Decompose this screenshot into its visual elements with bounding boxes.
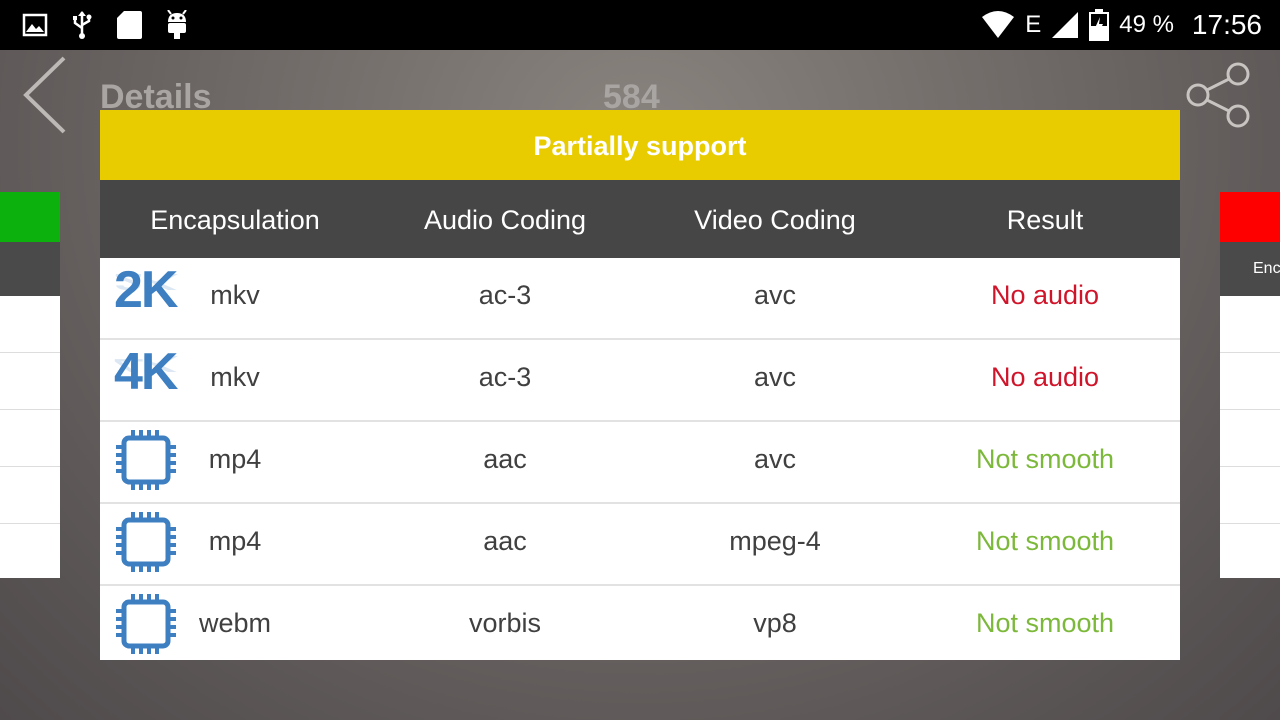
table-row[interactable]: 4K 4K mkv ac-3 avc No audio [100,340,1180,422]
battery-percent: 49 % [1119,11,1174,38]
encapsulation-value: mkv [210,280,260,310]
video-coding-value: avc [753,444,797,474]
right-card-peek[interactable]: Enc [1220,192,1280,578]
audio-coding-value: ac-3 [478,280,532,310]
encapsulation-cell: webm [100,586,370,666]
clock: 17:56 [1191,9,1262,40]
result-value: No audio [990,280,1100,310]
column-header-encapsulation: Encapsulation [150,205,320,235]
table-row[interactable]: mp4 aac avc Not smooth [100,422,1180,504]
status-strip-red [1220,192,1280,242]
result-value: Not smooth [975,444,1115,474]
support-dialog: Partially support Encapsulation Audio Co… [100,110,1180,660]
result-value: Not smooth [975,608,1115,638]
encapsulation-cell: 2K 2K mkv [100,258,370,338]
encapsulation-value: mp4 [208,526,262,556]
encapsulation-value: webm [198,608,272,638]
usb-icon [73,11,92,39]
result-value: Not smooth [975,526,1115,556]
encapsulation-cell: mp4 [100,504,370,584]
left-card-peek[interactable] [0,192,60,578]
result-value: No audio [990,362,1100,392]
audio-coding-value: vorbis [468,608,542,638]
battery-icon [1089,9,1110,41]
table-header: Encapsulation Audio Coding Video Coding … [100,180,1180,258]
android-icon [167,10,187,39]
column-header-result: Result [1006,205,1084,235]
audio-coding-value: aac [483,526,527,556]
notification-icons [22,10,190,40]
encapsulation-value: mp4 [208,444,262,474]
signal-icon [1052,12,1079,38]
card-header: Enc [1220,242,1280,296]
card-header [0,242,60,296]
column-header-video-coding: Video Coding [694,205,856,235]
video-coding-value: mpeg-4 [729,526,821,556]
system-indicators: E 49 % 17:56 [981,0,1262,50]
video-coding-value: avc [753,280,797,310]
share-icon[interactable] [1185,62,1251,128]
encapsulation-cell: mp4 [100,422,370,502]
image-icon [22,13,48,37]
network-type: E [1025,11,1042,38]
audio-coding-value: ac-3 [478,362,532,392]
video-coding-value: avc [753,362,797,392]
status-bar: E 49 % 17:56 [0,0,1280,50]
table-row[interactable]: mp4 aac mpeg-4 Not smooth [100,504,1180,586]
table-row[interactable]: webm vorbis vp8 Not smooth [100,586,1180,666]
encapsulation-cell: 4K 4K mkv [100,340,370,420]
back-arrow-icon[interactable] [22,55,68,135]
sd-card-icon [117,11,142,39]
column-header-audio-coding: Audio Coding [423,205,587,235]
status-strip-green [0,192,60,242]
wifi-icon [982,11,1015,38]
dialog-title: Partially support [100,110,1180,180]
encapsulation-value: mkv [210,362,260,392]
audio-coding-value: aac [483,444,527,474]
table-row[interactable]: 2K 2K mkv ac-3 avc No audio [100,258,1180,340]
video-coding-value: vp8 [753,608,797,638]
